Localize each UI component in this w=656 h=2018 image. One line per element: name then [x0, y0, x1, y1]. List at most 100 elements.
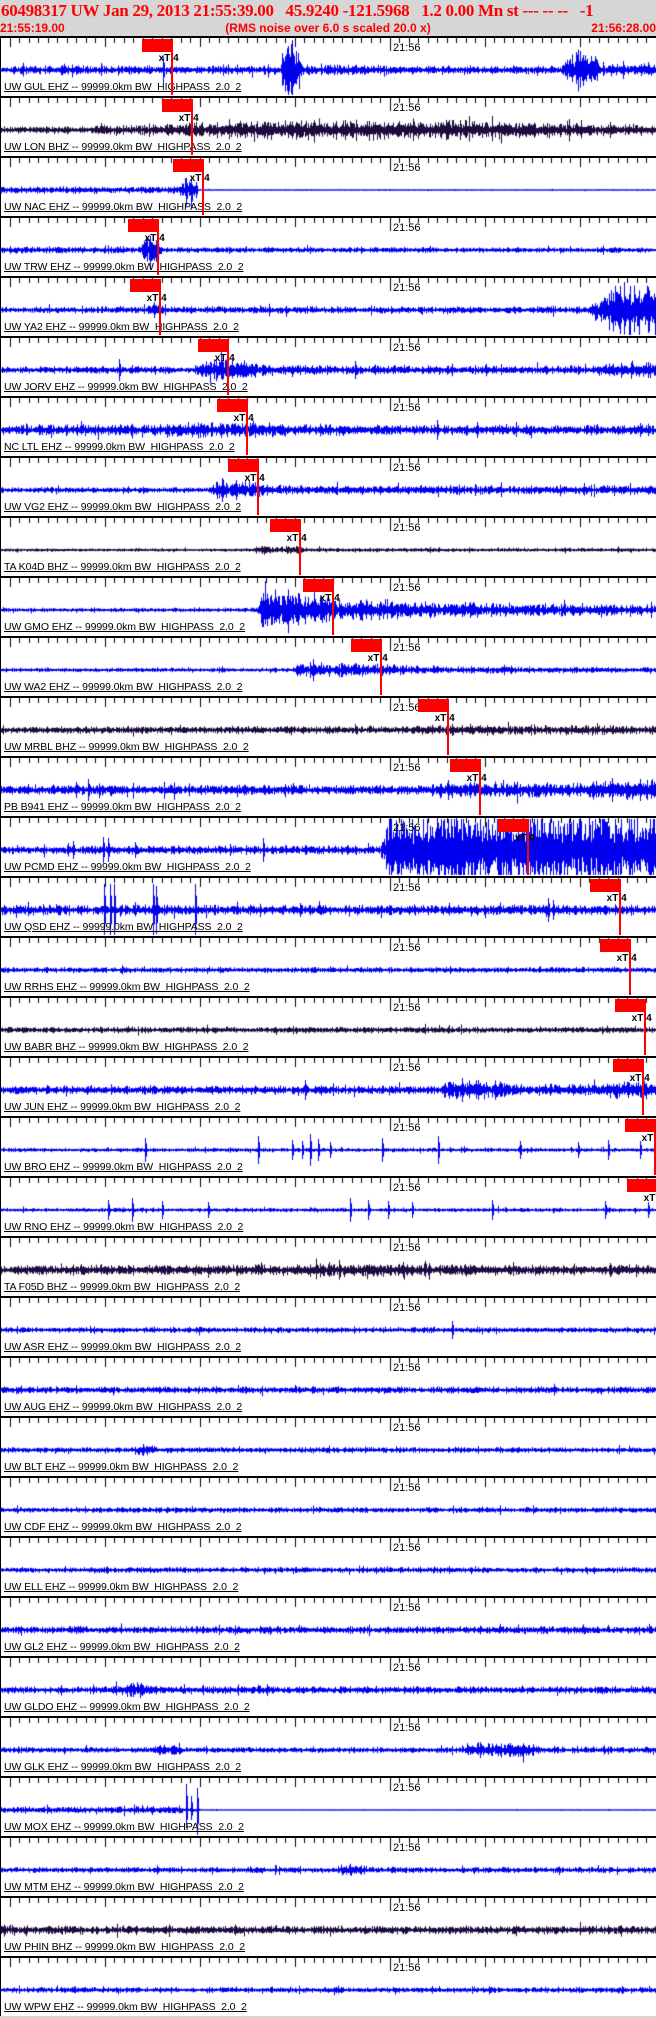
pick-flag-label: xT 4 [631, 1013, 652, 1024]
trace-panel[interactable]: 21:56 xT 4 UW RRHS EHZ -- 99999.0km BW H… [0, 936, 656, 996]
pick-flag[interactable]: xT 4 [217, 399, 254, 424]
pick-flag[interactable]: xT 4 [613, 1059, 650, 1084]
station-label: UW WPW EHZ -- 99999.0km BW HIGHPASS 2.0 … [4, 2001, 247, 2013]
minute-tick-label: 21:56 [393, 1182, 421, 1194]
minute-tick-label: 21:56 [393, 762, 421, 774]
trace-panel[interactable]: 21:56 xT 4 UW ELL EHZ -- 99999.0km BW HI… [0, 1536, 656, 1596]
trace-panel[interactable]: 21:56 xT 4 UW JORV EHZ -- 99999.0km BW H… [0, 336, 656, 396]
trace-panel[interactable]: 21:56 xT 4 UW PCMD EHZ -- 99999.0km BW H… [0, 816, 656, 876]
trace-panel[interactable]: 21:56 xT 4 UW WPW EHZ -- 99999.0km BW HI… [0, 1956, 656, 2016]
trace-panel[interactable]: 21:56 xT 4 UW MOX EHZ -- 99999.0km BW HI… [0, 1776, 656, 1836]
trace-panel[interactable]: 21:56 xT 4 UW TRW EHZ -- 99999.0km BW HI… [0, 216, 656, 276]
trace-panel[interactable]: 21:56 xT 4 UW BLT EHZ -- 99999.0km BW HI… [0, 1416, 656, 1476]
pick-flag[interactable]: xT 4 [625, 1119, 655, 1144]
pick-flag-label: xT 4 [434, 713, 455, 724]
trace-panel[interactable]: 21:56 xT 4 TA K04D BHZ -- 99999.0km BW H… [0, 516, 656, 576]
pick-flag[interactable]: xT 4 [128, 219, 165, 244]
minute-tick-label: 21:56 [393, 1962, 421, 1974]
pick-flag[interactable]: xT 4 [228, 459, 265, 484]
pick-flag[interactable]: xT 4 [270, 519, 307, 544]
trace-panel[interactable]: 21:56 xT 4 UW CDF EHZ -- 99999.0km BW HI… [0, 1476, 656, 1536]
pick-flag[interactable]: xT 4 [450, 759, 487, 784]
pick-flag-label: xT 4 [158, 53, 179, 64]
trace-panel[interactable]: 21:56 xT 4 UW RNO EHZ -- 99999.0km BW HI… [0, 1176, 656, 1236]
pick-flag[interactable]: xT 4 [418, 699, 455, 724]
trace-panel[interactable]: 21:56 xT 4 UW MTM EHZ -- 99999.0km BW HI… [0, 1836, 656, 1896]
pick-flag[interactable]: xT 4 [590, 879, 627, 904]
pick-flag[interactable]: xT 4 [198, 339, 235, 364]
pick-flag[interactable]: xT 4 [600, 939, 637, 964]
station-label: UW QSD EHZ -- 99999.0km BW HIGHPASS 2.0 … [4, 921, 243, 933]
station-label: UW VG2 EHZ -- 99999.0km BW HIGHPASS 2.0 … [4, 501, 241, 513]
minute-tick-label: 21:56 [393, 822, 421, 834]
time-window-line: 21:55:19.00 (RMS noise over 6.0 s scaled… [0, 21, 656, 35]
trace-panel[interactable]: 21:56 xT 4 PB B941 EHZ -- 99999.0km BW H… [0, 756, 656, 816]
trace-panel[interactable]: 21:56 xT 4 TA F05D BHZ -- 99999.0km BW H… [0, 1236, 656, 1296]
pick-flag-label: xT 4 [319, 593, 340, 604]
minute-tick-label: 21:56 [393, 522, 421, 534]
trace-panel[interactable]: 21:56 xT 4 UW BABR BHZ -- 99999.0km BW H… [0, 996, 656, 1056]
trace-panel[interactable]: 21:56 xT 4 UW PHIN BHZ -- 99999.0km BW H… [0, 1896, 656, 1956]
pick-flag[interactable]: xT 4 [130, 279, 167, 304]
minute-tick-label: 21:56 [393, 222, 421, 234]
trace-panel[interactable]: 21:56 xT 4 UW NAC EHZ -- 99999.0km BW HI… [0, 156, 656, 216]
trace-panel[interactable]: 21:56 xT 4 UW MRBL BHZ -- 99999.0km BW H… [0, 696, 656, 756]
left-border [0, 36, 1, 2016]
minute-tick-label: 21:56 [393, 582, 421, 594]
pick-flag-label: xT 4 [616, 953, 637, 964]
station-label: UW ASR EHZ -- 99999.0km BW HIGHPASS 2.0 … [4, 1341, 241, 1353]
minute-tick-label: 21:56 [393, 642, 421, 654]
trace-panel[interactable]: 21:56 xT 4 UW GLK EHZ -- 99999.0km BW HI… [0, 1716, 656, 1776]
trace-panel[interactable]: 21:56 xT 4 UW LON BHZ -- 99999.0km BW HI… [0, 96, 656, 156]
minute-tick-label: 21:56 [393, 102, 421, 114]
pick-flag[interactable]: xT 4 [351, 639, 388, 664]
station-label: UW MOX EHZ -- 99999.0km BW HIGHPASS 2.0 … [4, 1821, 244, 1833]
trace-panel[interactable]: 21:56 xT 4 UW JUN EHZ -- 99999.0km BW HI… [0, 1056, 656, 1116]
trace-panel[interactable]: 21:56 xT 4 UW GUL EHZ -- 99999.0km BW HI… [0, 36, 656, 96]
station-label: UW CDF EHZ -- 99999.0km BW HIGHPASS 2.0 … [4, 1521, 242, 1533]
trace-panel[interactable]: 21:56 xT 4 UW QSD EHZ -- 99999.0km BW HI… [0, 876, 656, 936]
trace-panel[interactable]: 21:56 xT 4 UW ASR EHZ -- 99999.0km BW HI… [0, 1296, 656, 1356]
trace-panel[interactable]: 21:56 xT 4 NC LTL EHZ -- 99999.0km BW HI… [0, 396, 656, 456]
minute-tick-label: 21:56 [393, 1062, 421, 1074]
station-label: UW BRO EHZ -- 99999.0km BW HIGHPASS 2.0 … [4, 1161, 243, 1173]
pick-flag[interactable]: xT 4 [498, 819, 535, 844]
station-label: PB B941 EHZ -- 99999.0km BW HIGHPASS 2.0… [4, 801, 241, 813]
station-label: UW RNO EHZ -- 99999.0km BW HIGHPASS 2.0 … [4, 1221, 244, 1233]
pick-flag-label: xT 4 [244, 473, 265, 484]
trace-panel[interactable]: 21:56 xT 4 UW WA2 EHZ -- 99999.0km BW HI… [0, 636, 656, 696]
minute-tick-label: 21:56 [393, 342, 421, 354]
station-label: UW JUN EHZ -- 99999.0km BW HIGHPASS 2.0 … [4, 1101, 241, 1113]
minute-tick-label: 21:56 [393, 1122, 421, 1134]
pick-flag-label: xT 4 [233, 413, 254, 424]
minute-tick-label: 21:56 [393, 1782, 421, 1794]
station-label: UW GLK EHZ -- 99999.0km BW HIGHPASS 2.0 … [4, 1761, 241, 1773]
pick-flag-label: xT 4 [641, 1133, 654, 1144]
minute-tick-label: 21:56 [393, 1662, 421, 1674]
minute-tick-label: 21:56 [393, 1722, 421, 1734]
station-label: UW GMO EHZ -- 99999.0km BW HIGHPASS 2.0 … [4, 621, 246, 633]
pick-flag[interactable]: xT 4 [615, 999, 652, 1024]
station-label: UW TRW EHZ -- 99999.0km BW HIGHPASS 2.0 … [4, 261, 244, 273]
minute-tick-label: 21:56 [393, 1902, 421, 1914]
trace-panel[interactable]: 21:56 xT 4 UW YA2 EHZ -- 99999.0km BW HI… [0, 276, 656, 336]
station-label: UW JORV EHZ -- 99999.0km BW HIGHPASS 2.0… [4, 381, 248, 393]
station-label: UW LON BHZ -- 99999.0km BW HIGHPASS 2.0 … [4, 141, 242, 153]
minute-tick-label: 21:56 [393, 1242, 421, 1254]
trace-panel[interactable]: 21:56 xT 4 UW BRO EHZ -- 99999.0km BW HI… [0, 1116, 656, 1176]
trace-panel[interactable]: 21:56 xT 4 UW VG2 EHZ -- 99999.0km BW HI… [0, 456, 656, 516]
minute-tick-label: 21:56 [393, 1482, 421, 1494]
station-label: TA F05D BHZ -- 99999.0km BW HIGHPASS 2.0… [4, 1281, 241, 1293]
event-header: 60498317 UW Jan 29, 2013 21:55:39.00 45.… [0, 0, 656, 36]
pick-flag[interactable]: xT 4 [627, 1179, 656, 1204]
pick-flag[interactable]: xT 4 [173, 159, 210, 184]
trace-panel[interactable]: 21:56 xT 4 UW GL2 EHZ -- 99999.0km BW HI… [0, 1596, 656, 1656]
pick-flag[interactable]: xT 4 [162, 99, 199, 124]
pick-flag[interactable]: xT 4 [142, 39, 179, 64]
minute-tick-label: 21:56 [393, 942, 421, 954]
pick-flag[interactable]: xT 4 [303, 579, 340, 604]
trace-panel[interactable]: 21:56 xT 4 UW GLDO EHZ -- 99999.0km BW H… [0, 1656, 656, 1716]
trace-panel[interactable]: 21:56 xT 4 UW GMO EHZ -- 99999.0km BW HI… [0, 576, 656, 636]
station-label: UW MRBL BHZ -- 99999.0km BW HIGHPASS 2.0… [4, 741, 249, 753]
trace-panel[interactable]: 21:56 xT 4 UW AUG EHZ -- 99999.0km BW HI… [0, 1356, 656, 1416]
